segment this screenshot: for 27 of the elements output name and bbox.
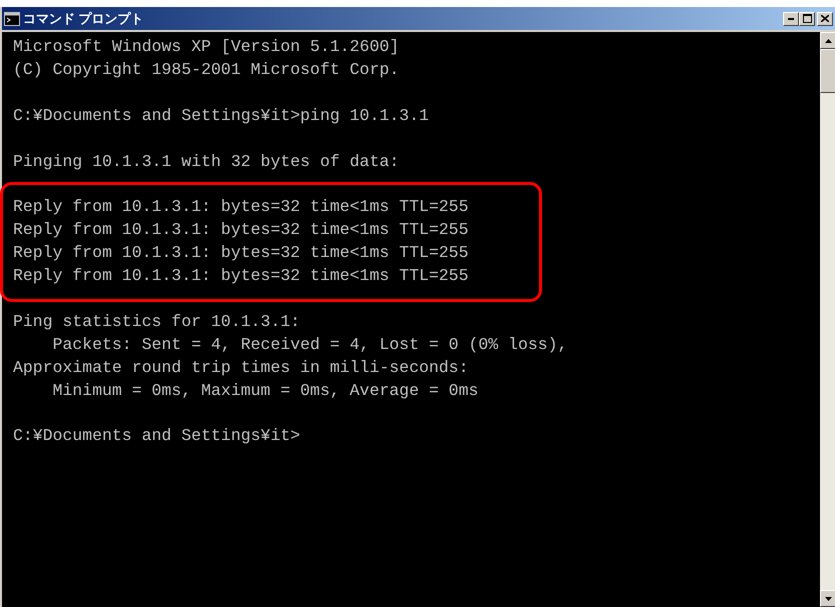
- console-line: Reply from 10.1.3.1: bytes=32 time<1ms TTL=255: [13, 242, 468, 264]
- minimize-icon: [788, 18, 794, 20]
- console-line: C:¥Documents and Settings¥it>ping 10.1.3.1: [13, 104, 429, 127]
- console-line: Pinging 10.1.3.1 with 32 bytes of data:: [13, 150, 400, 172]
- minimize-button[interactable]: [783, 12, 799, 26]
- console-line: Approximate round trip times in milli-seconds:: [13, 356, 468, 379]
- scrollbar[interactable]: [820, 32, 835, 607]
- window-title: コマンド プロンプト: [23, 10, 144, 28]
- console-line: C:¥Documents and Settings¥it>: [13, 425, 300, 448]
- console-line: Ping statistics for 10.1.3.1:: [13, 310, 300, 333]
- console-icon: [4, 12, 20, 26]
- console-line: Reply from 10.1.3.1: bytes=32 time<1ms TTL=255: [13, 265, 468, 288]
- maximize-button[interactable]: [799, 12, 815, 26]
- console-line: Reply from 10.1.3.1: bytes=32 time<1ms TTL=255: [13, 196, 468, 218]
- scroll-up-button[interactable]: [820, 32, 835, 49]
- console-line: Packets: Sent = 4, Received = 4, Lost = 0 (0% loss),: [52, 334, 568, 356]
- console-line: (C) Copyright 1985-2001 Microsoft Corp.: [13, 58, 400, 81]
- console-line: Microsoft Windows XP [Version 5.1.2600]: [13, 36, 400, 58]
- scroll-thumb[interactable]: [820, 49, 835, 93]
- scroll-down-button[interactable]: [820, 590, 835, 607]
- maximize-icon: [802, 14, 812, 23]
- console-line: Minimum = 0ms, Maximum = 0ms, Average = 0ms: [52, 380, 478, 402]
- console-line: Reply from 10.1.3.1: bytes=32 time<1ms TTL=255: [13, 219, 468, 242]
- close-button[interactable]: [817, 12, 833, 26]
- up-arrow-icon: [825, 38, 832, 42]
- close-icon: [821, 15, 829, 22]
- down-arrow-icon: [825, 596, 832, 600]
